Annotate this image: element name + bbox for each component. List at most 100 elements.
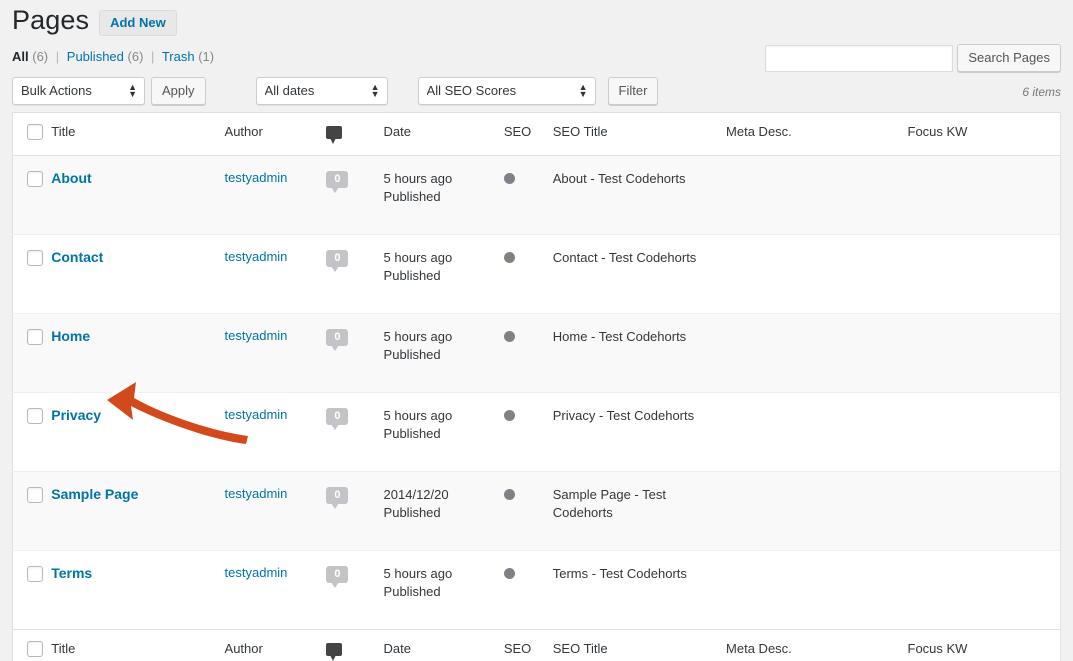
- view-filter-all[interactable]: All: [12, 49, 29, 64]
- column-footer-seo-title: SEO Title: [552, 629, 727, 661]
- seo-score-dot-icon[interactable]: [503, 330, 515, 342]
- view-filter-published[interactable]: Published: [67, 49, 124, 64]
- row-select-cell: [13, 155, 52, 234]
- seo-score-dot-icon[interactable]: [503, 567, 515, 579]
- column-footer-date[interactable]: Date: [383, 629, 504, 661]
- page-title-link[interactable]: Terms: [51, 565, 92, 581]
- view-filter-trash[interactable]: Trash: [162, 49, 195, 64]
- views-list: All (6) | Published (6) | Trash (1): [12, 44, 214, 64]
- bulk-actions-select[interactable]: Bulk Actions: [12, 77, 145, 105]
- apply-button[interactable]: Apply: [151, 77, 206, 105]
- column-header-comments[interactable]: [326, 112, 384, 156]
- row-checkbox[interactable]: [27, 249, 43, 266]
- row-focus-kw-cell: [908, 550, 1061, 629]
- row-seo-score-cell: [503, 550, 553, 629]
- row-seo-score-cell: [503, 313, 553, 392]
- comment-count-bubble[interactable]: 0: [326, 170, 349, 193]
- page-title-link[interactable]: Sample Page: [51, 486, 138, 502]
- author-link[interactable]: testyadmin: [225, 486, 288, 501]
- row-title-cell: About: [51, 155, 224, 234]
- comment-count-bubble[interactable]: 0: [326, 328, 349, 351]
- row-comments-cell: 0: [326, 392, 383, 471]
- page-title-link[interactable]: About: [51, 170, 91, 186]
- row-seo-score-cell: [503, 155, 553, 234]
- column-footer-seo[interactable]: SEO: [503, 629, 553, 661]
- seo-score-dot-icon[interactable]: [503, 172, 515, 184]
- select-all-header: [12, 112, 52, 156]
- page-title-link[interactable]: Home: [51, 328, 90, 344]
- seo-score-dot-icon[interactable]: [503, 409, 515, 421]
- search-input[interactable]: [765, 44, 954, 72]
- row-checkbox[interactable]: [27, 328, 43, 345]
- column-footer-meta-desc: Meta Desc.: [726, 629, 908, 661]
- author-link[interactable]: testyadmin: [225, 328, 288, 343]
- row-date-cell: 5 hours ago Published: [384, 155, 504, 234]
- column-header-meta-desc: Meta Desc.: [726, 112, 908, 156]
- row-select-cell: [13, 471, 52, 550]
- view-count-trash: (1): [198, 49, 215, 64]
- table-head: Title Author Date SEO SEO Title Meta Des…: [12, 112, 1061, 156]
- row-checkbox[interactable]: [27, 486, 43, 503]
- row-checkbox[interactable]: [27, 565, 43, 582]
- seo-score-dot-icon[interactable]: [503, 488, 515, 500]
- row-author-cell: testyadmin: [225, 471, 327, 550]
- page-title-link[interactable]: Contact: [51, 249, 103, 265]
- view-count-all: (6): [32, 49, 49, 64]
- row-seo-title-cell: Contact - Test Codehorts: [552, 249, 697, 265]
- column-header-date[interactable]: Date: [383, 112, 504, 156]
- author-link[interactable]: testyadmin: [225, 407, 288, 422]
- comment-bubble-icon: [326, 642, 343, 661]
- filter-button[interactable]: Filter: [607, 77, 659, 105]
- row-comments-cell: 0: [326, 155, 383, 234]
- comment-count-bubble[interactable]: 0: [326, 565, 349, 588]
- row-meta-desc-cell: [726, 392, 907, 471]
- row-checkbox[interactable]: [27, 407, 43, 424]
- select-all-checkbox[interactable]: [27, 124, 43, 140]
- row-status-value: Published: [383, 584, 441, 600]
- row-title-cell: Terms: [51, 550, 224, 629]
- dates-filter-select[interactable]: All dates: [255, 77, 388, 105]
- column-footer-author[interactable]: Author: [224, 629, 327, 661]
- row-comments-cell: 0: [326, 234, 383, 313]
- row-select-cell: [13, 234, 52, 313]
- table-row: Terms testyadmin 0 5 hours ago Published Term…: [12, 550, 1061, 629]
- dates-select-wrapper: All dates ▲ ▼: [255, 77, 388, 105]
- row-meta-desc-cell: [726, 234, 907, 313]
- pages-table: Title Author Date SEO SEO Title Meta Des…: [12, 112, 1061, 661]
- row-author-cell: testyadmin: [225, 392, 327, 471]
- views-and-search-row: All (6) | Published (6) | Trash (1) Sear…: [12, 40, 1061, 74]
- row-seo-score-cell: [503, 471, 553, 550]
- table-row: Contact testyadmin 0 5 hours ago Published Co…: [12, 234, 1061, 313]
- search-pages-button[interactable]: Search Pages: [957, 44, 1061, 72]
- select-all-checkbox-footer[interactable]: [27, 640, 43, 657]
- comment-count-bubble[interactable]: 0: [326, 486, 349, 509]
- row-date-cell: 2014/12/20 Published: [384, 471, 504, 550]
- seo-scores-select-wrapper: All SEO Scores ▲ ▼: [417, 77, 596, 105]
- column-footer-title[interactable]: Title: [51, 629, 225, 661]
- author-link[interactable]: testyadmin: [225, 249, 288, 264]
- author-link[interactable]: testyadmin: [225, 170, 288, 185]
- page-title-link[interactable]: Privacy: [51, 407, 101, 423]
- pages-admin-screen: Pages Add New All (6) | Published (6) | …: [0, 0, 1073, 661]
- row-comments-cell: 0: [326, 313, 383, 392]
- table-row: Home testyadmin 0 5 hours ago Published Home …: [12, 313, 1061, 393]
- row-author-cell: testyadmin: [225, 313, 327, 392]
- row-seo-title-cell: Home - Test Codehorts: [552, 328, 687, 344]
- row-focus-kw-cell: [908, 234, 1061, 313]
- column-header-author[interactable]: Author: [224, 112, 327, 156]
- add-new-button[interactable]: Add New: [99, 9, 177, 37]
- comment-count-bubble[interactable]: 0: [326, 249, 349, 272]
- seo-score-dot-icon[interactable]: [503, 251, 515, 263]
- column-header-seo[interactable]: SEO: [503, 112, 553, 156]
- row-checkbox[interactable]: [27, 170, 43, 187]
- row-seo-score-cell: [503, 392, 553, 471]
- seo-scores-filter-select[interactable]: All SEO Scores: [417, 77, 596, 105]
- column-header-title[interactable]: Title: [51, 112, 225, 156]
- author-link[interactable]: testyadmin: [225, 565, 288, 580]
- column-footer-comments[interactable]: [326, 629, 384, 661]
- comment-count-bubble[interactable]: 0: [326, 407, 349, 430]
- table-body: About testyadmin 0 5 hours ago Published Abou…: [12, 155, 1061, 629]
- row-select-cell: [13, 313, 52, 392]
- row-focus-kw-cell: [908, 313, 1061, 392]
- row-title-cell: Contact: [51, 234, 224, 313]
